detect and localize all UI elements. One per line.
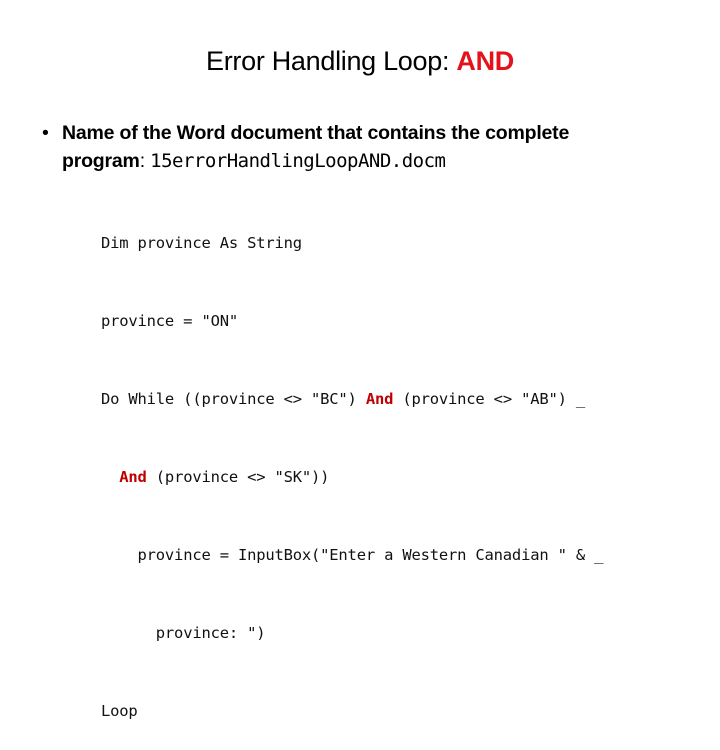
bullet-line-1: • Name of the Word document that contain… [40,119,680,147]
code-keyword: And [365,390,394,408]
code-line: province: ") [155,624,266,642]
bullet-separator: : [139,150,151,172]
bullet-text: Name of the Word document that contains … [62,122,570,144]
bullet-dot-icon: • [42,122,49,144]
slide-title: Error Handling Loop: AND [0,43,720,79]
bullet-label: program [62,150,140,172]
title-accent: AND [456,46,514,76]
document-filename: 15errorHandlingLoopAND.docm [150,150,446,172]
bullet-point: • Name of the Word document that contain… [40,119,680,175]
code-line: And (province <> "SK")) [119,468,330,486]
code-line: Loop [101,702,138,720]
bullet-line-2: program: 15errorHandlingLoopAND.docm [40,147,680,175]
title-text: Error Handling Loop: [206,46,457,76]
code-block: Dim province As String province = "ON" D… [101,178,603,750]
code-line: Dim province As String [101,234,302,252]
code-keyword: And [119,468,147,486]
code-line: province = "ON" [101,312,238,330]
code-line: province = InputBox("Enter a Western Can… [137,546,604,564]
code-line: Do While ((province <> "BC") And (provin… [101,390,586,408]
